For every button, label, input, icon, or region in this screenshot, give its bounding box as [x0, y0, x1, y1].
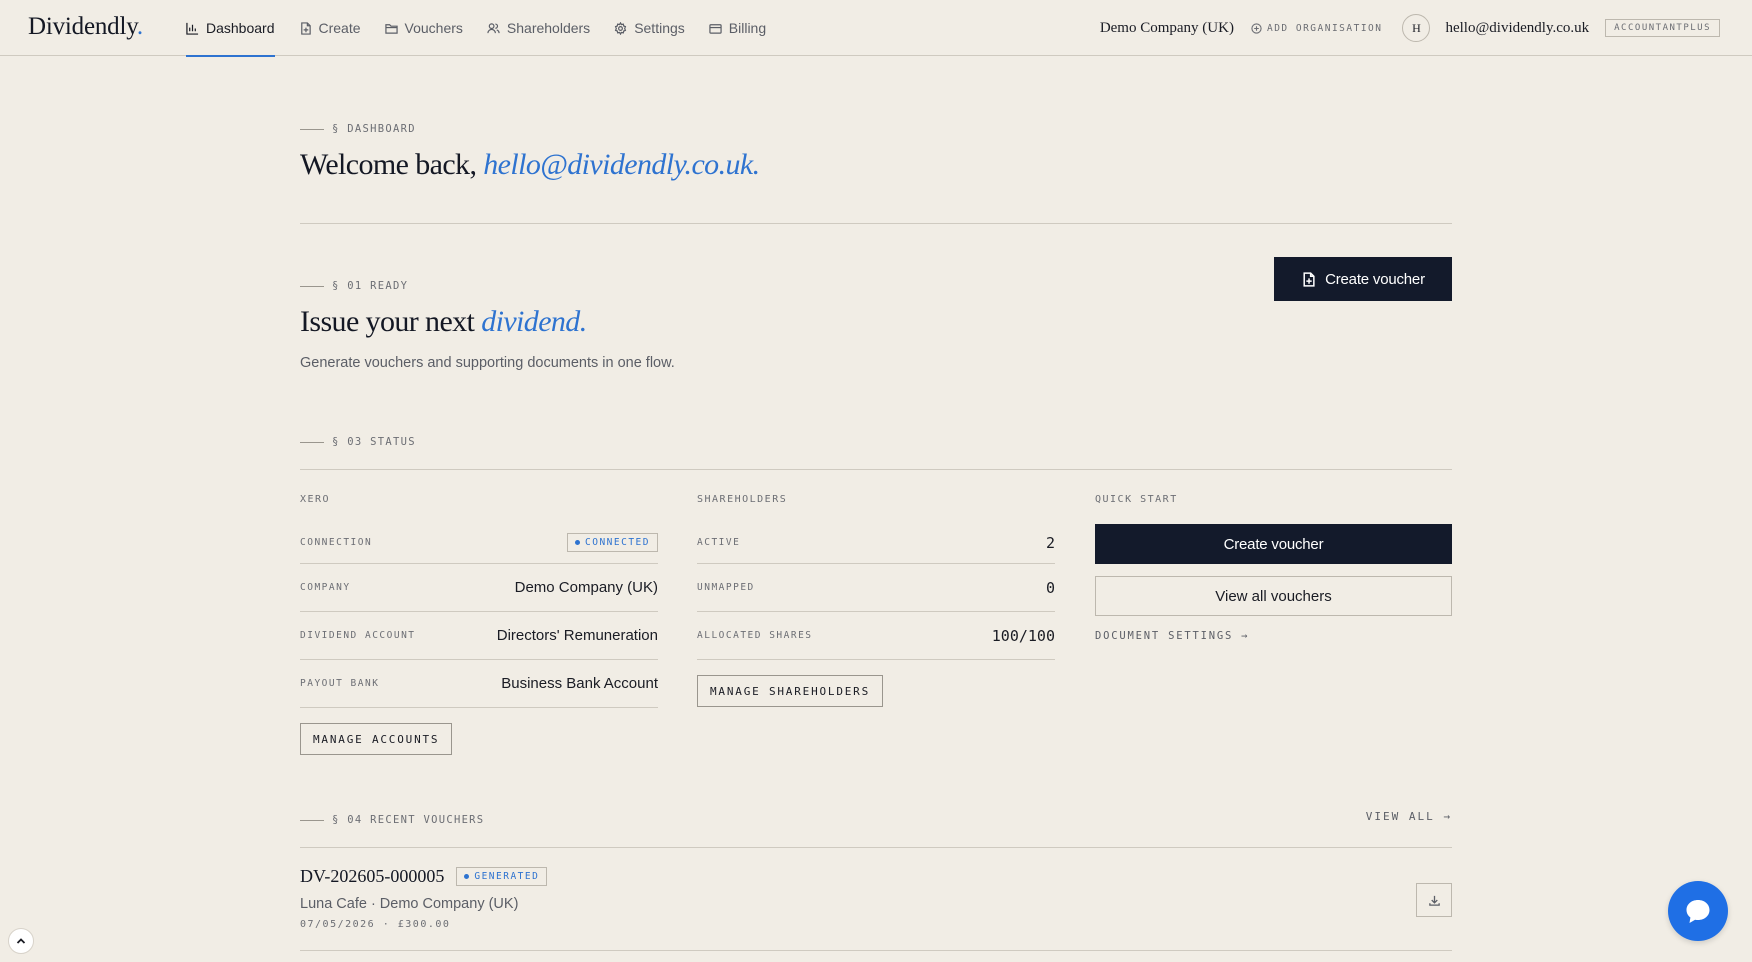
- users-icon: [487, 22, 500, 33]
- voucher-id: DV-202605-000005: [300, 866, 445, 886]
- recent-vouchers-eyebrow: § 04 RECENT VOUCHERS: [300, 814, 484, 826]
- manage-accounts-button[interactable]: MANAGE ACCOUNTS: [300, 723, 453, 755]
- organisation-switcher[interactable]: Demo Company (UK): [1100, 20, 1234, 37]
- quick-start-heading: QUICK START: [1095, 494, 1178, 505]
- nav-label: Vouchers: [404, 20, 463, 36]
- status-dot-icon: [464, 874, 470, 879]
- nav-item-settings[interactable]: Settings: [614, 0, 685, 56]
- nav-item-billing[interactable]: Billing: [709, 0, 766, 56]
- row-label: ALLOCATED SHARES: [697, 630, 813, 641]
- shareholders-unmapped-row: UNMAPPED 0: [697, 564, 1055, 612]
- create-voucher-label: Create voucher: [1325, 270, 1425, 288]
- scroll-to-top-button[interactable]: [8, 928, 34, 954]
- create-voucher-button[interactable]: Create voucher: [1274, 257, 1452, 301]
- row-label: COMPANY: [300, 582, 351, 593]
- row-label: PAYOUT BANK: [300, 678, 380, 689]
- app-logo[interactable]: Dividendly.: [28, 13, 143, 41]
- shareholders-allocated-row: ALLOCATED SHARES 100/100: [697, 612, 1055, 660]
- nav-item-create[interactable]: Create: [299, 0, 361, 56]
- quick-start-panel: QUICK START Create voucher View all vouc…: [1095, 494, 1452, 642]
- top-navigation-bar: Dividendly. Dashboard Create Vouchers Sh…: [0, 0, 1752, 57]
- user-email[interactable]: hello@dividendly.co.uk: [1445, 20, 1589, 37]
- chevron-up-icon: [16, 938, 26, 944]
- divider: [300, 950, 1452, 951]
- view-all-link[interactable]: VIEW ALL →: [1366, 810, 1452, 823]
- status-dot-icon: [575, 540, 581, 545]
- shareholders-active-row: ACTIVE 2: [697, 522, 1055, 564]
- row-value: Demo Company (UK): [514, 579, 658, 596]
- account-area: Demo Company (UK) ADD ORGANISATION H hel…: [1100, 0, 1720, 56]
- row-label: ACTIVE: [697, 537, 741, 548]
- add-organisation-button[interactable]: ADD ORGANISATION: [1251, 23, 1383, 34]
- bar-chart-icon: [186, 22, 199, 35]
- xero-panel: XERO CONNECTION CONNECTED COMPANY Demo C…: [300, 494, 658, 755]
- row-value: Directors' Remuneration: [496, 627, 658, 644]
- nav-item-dashboard[interactable]: Dashboard: [186, 0, 275, 57]
- voucher-title[interactable]: DV-202605-000005 GENERATED: [300, 866, 548, 887]
- xero-dividend-account-row: DIVIDEND ACCOUNT Directors' Remuneration: [300, 612, 658, 660]
- xero-payout-bank-row: PAYOUT BANK Business Bank Account: [300, 660, 658, 708]
- main-nav: Dashboard Create Vouchers Shareholders S…: [186, 0, 766, 57]
- folder-icon: [384, 23, 398, 34]
- xero-heading: XERO: [300, 494, 331, 505]
- xero-company-row: COMPANY Demo Company (UK): [300, 564, 658, 612]
- file-plus-icon: [1303, 271, 1315, 287]
- chat-widget-button[interactable]: [1668, 881, 1728, 941]
- eyebrow-text: § 01 READY: [332, 280, 409, 292]
- nav-label: Dashboard: [206, 20, 275, 36]
- ready-title-accent: dividend.: [481, 305, 587, 338]
- avatar[interactable]: H: [1402, 14, 1431, 42]
- row-label: DIVIDEND ACCOUNT: [300, 630, 416, 641]
- eyebrow-text: § 03 STATUS: [332, 436, 416, 448]
- ready-title: Issue your next dividend.: [300, 305, 587, 338]
- nav-label: Settings: [634, 20, 685, 36]
- download-voucher-button[interactable]: [1416, 883, 1452, 917]
- status-badge: GENERATED: [456, 867, 548, 886]
- add-organisation-label: ADD ORGANISATION: [1266, 22, 1383, 34]
- row-value: Business Bank Account: [501, 675, 658, 692]
- row-value: 2: [1045, 533, 1055, 552]
- eyebrow-text: § 04 RECENT VOUCHERS: [332, 814, 485, 826]
- welcome-email: hello@dividendly.co.uk.: [483, 148, 760, 181]
- divider: [300, 847, 1452, 848]
- view-all-vouchers-button[interactable]: View all vouchers: [1095, 576, 1452, 616]
- file-plus-icon: [300, 21, 311, 35]
- shareholders-panel: SHAREHOLDERS ACTIVE 2 UNMAPPED 0 ALLOCAT…: [697, 494, 1055, 707]
- status-eyebrow: § 03 STATUS: [300, 436, 416, 448]
- ready-eyebrow: § 01 READY: [300, 280, 408, 292]
- voucher-meta: 07/05/2026 · £300.00: [300, 919, 451, 930]
- status-badge: CONNECTED: [567, 533, 658, 552]
- plan-badge: ACCOUNTANTPLUS: [1605, 19, 1720, 37]
- nav-label: Create: [318, 20, 361, 36]
- quick-create-voucher-button[interactable]: Create voucher: [1095, 524, 1452, 564]
- ready-subtitle: Generate vouchers and supporting documen…: [300, 355, 675, 371]
- nav-label: Billing: [728, 20, 767, 36]
- gear-icon: [614, 21, 627, 35]
- row-label: UNMAPPED: [697, 582, 755, 593]
- xero-connection-row: CONNECTION CONNECTED: [300, 522, 658, 564]
- chat-bubble-icon: [1686, 900, 1710, 923]
- plus-circle-icon: [1251, 22, 1262, 34]
- download-icon: [1428, 895, 1440, 906]
- shareholders-heading: SHAREHOLDERS: [697, 494, 788, 505]
- nav-item-shareholders[interactable]: Shareholders: [487, 0, 590, 56]
- dashboard-eyebrow: § DASHBOARD: [300, 123, 416, 135]
- document-settings-link[interactable]: DOCUMENT SETTINGS →: [1095, 630, 1452, 642]
- row-value: 0: [1045, 578, 1055, 597]
- nav-label: Shareholders: [506, 20, 591, 36]
- divider: [300, 469, 1452, 470]
- nav-item-vouchers[interactable]: Vouchers: [384, 0, 463, 56]
- manage-shareholders-button[interactable]: MANAGE SHAREHOLDERS: [697, 675, 884, 707]
- page-title: Welcome back, hello@dividendly.co.uk.: [300, 148, 760, 181]
- row-value: 100/100: [991, 626, 1055, 645]
- credit-card-icon: [709, 23, 722, 34]
- voucher-subtitle: Luna Cafe · Demo Company (UK): [300, 896, 519, 912]
- divider: [300, 223, 1452, 224]
- eyebrow-text: § DASHBOARD: [332, 123, 416, 135]
- row-label: CONNECTION: [300, 537, 373, 548]
